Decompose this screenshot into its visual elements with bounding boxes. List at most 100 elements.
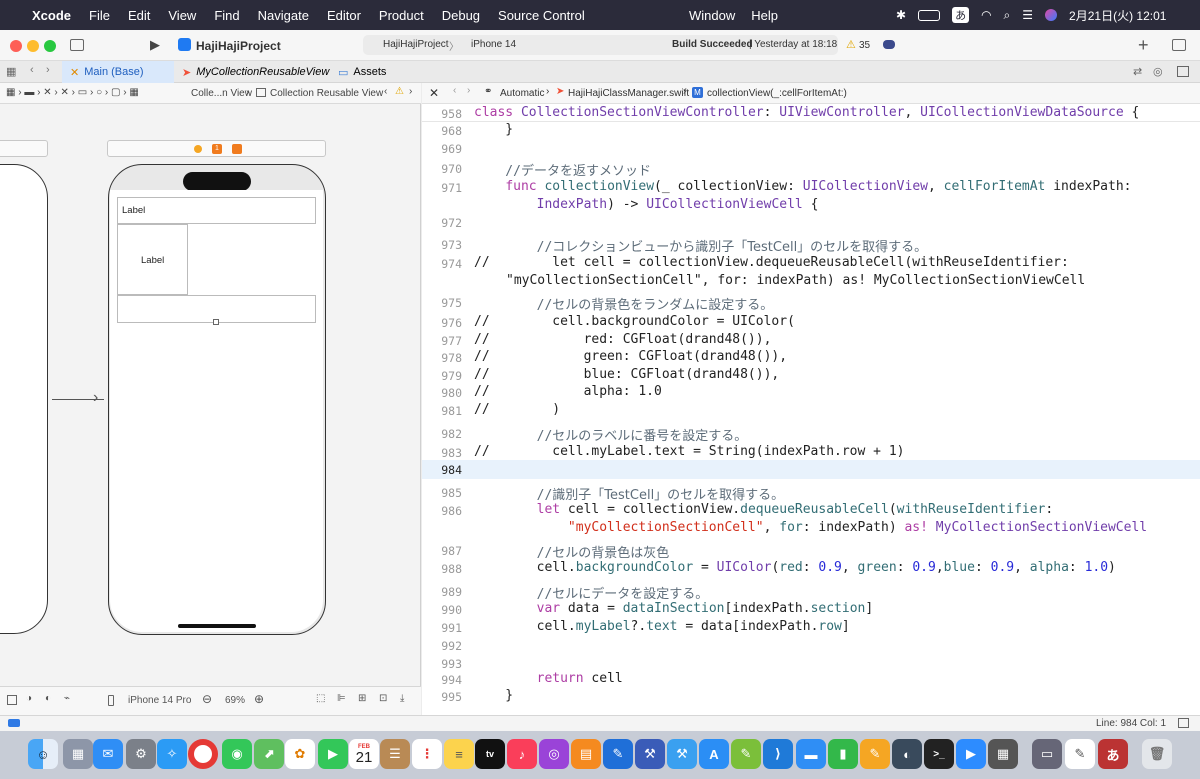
simulator-icon[interactable]: ⚒ (635, 739, 665, 769)
reminders-icon[interactable]: ⋮ (412, 739, 442, 769)
facetime-icon[interactable]: ▶ (318, 739, 348, 769)
scene-dock[interactable]: 1 (107, 140, 326, 157)
tab-assets[interactable]: ▭ Assets (330, 61, 410, 83)
jumpbar-segment[interactable]: Automatic (500, 88, 544, 99)
numbers-icon[interactable]: ▮ (828, 739, 858, 769)
add-library-icon[interactable]: + (1138, 35, 1149, 56)
messages-icon[interactable]: ◉ (222, 739, 252, 769)
back-icon[interactable]: ‹ (30, 64, 34, 76)
books-icon[interactable]: ▤ (571, 739, 601, 769)
scheme-selector[interactable]: HajiHajiProject (383, 39, 449, 50)
menu-view[interactable]: View (168, 8, 196, 23)
destination-selector[interactable]: iPhone 14 (471, 39, 516, 50)
back-icon[interactable]: ‹ (453, 85, 456, 96)
spotlight-search-icon[interactable]: ⌕ (1004, 8, 1011, 23)
music-icon[interactable]: ♪ (507, 739, 537, 769)
menu-edit[interactable]: Edit (128, 8, 150, 23)
chrome-icon[interactable] (188, 739, 218, 769)
iphone-icon[interactable] (108, 695, 114, 706)
zoom-level[interactable]: 69% (225, 695, 245, 706)
pages-icon[interactable]: ✎ (860, 739, 890, 769)
calculator-icon[interactable]: ▦ (988, 739, 1018, 769)
warning-count[interactable]: 35 (859, 40, 870, 51)
tab-mycollectionreusableview[interactable]: ➤ MyCollectionReusableView (174, 61, 329, 83)
menu-debug[interactable]: Debug (442, 8, 480, 23)
podcasts-icon[interactable]: ◎ (539, 739, 569, 769)
menu-file[interactable]: File (89, 8, 110, 23)
tab-main-base[interactable]: ✕ Main (Base) (62, 61, 174, 83)
jumpbar-segment[interactable]: HajiHajiClassManager.swift (568, 88, 689, 99)
system-settings-icon[interactable]: ⚙ (126, 739, 156, 769)
apple-tv-icon[interactable]: tv (475, 739, 505, 769)
align-icon[interactable]: ⊫ (337, 693, 346, 704)
orientation-icon[interactable]: ⌁ (64, 693, 70, 704)
menu-window[interactable]: Window (689, 8, 735, 23)
header-reusable-view[interactable]: Label (117, 197, 316, 224)
close-editor-icon[interactable]: ✕ (429, 86, 439, 100)
previous-scene-device[interactable] (0, 164, 48, 634)
forward-icon[interactable]: › (467, 85, 470, 96)
grid-icon[interactable]: ▦ › ▬ › ✕ › ✕ › ▭ › ○ › ▢ › ▦ (6, 87, 139, 98)
forward-icon[interactable]: › (46, 64, 50, 76)
wifi-icon[interactable]: ◠ (981, 8, 991, 22)
collection-view-cell[interactable]: Label (117, 224, 188, 295)
close-window-button[interactable] (10, 40, 22, 52)
menu-find[interactable]: Find (214, 8, 239, 23)
device-selector[interactable]: iPhone 14 Pro (128, 695, 191, 706)
app-store-icon[interactable]: A (699, 739, 729, 769)
first-responder-icon[interactable]: 1 (212, 144, 222, 154)
zoom-icon[interactable]: ▶ (956, 739, 986, 769)
previous-scene-bar[interactable] (0, 140, 48, 157)
link-icon[interactable]: ⚭ (484, 86, 492, 97)
jumpbar-segment[interactable]: collectionView(_:cellForItemAt:) (707, 88, 847, 99)
add-constraints-icon[interactable]: ⊞ (358, 693, 366, 704)
app-menu[interactable]: Xcode (32, 8, 71, 23)
zoom-window-button[interactable] (44, 40, 56, 52)
finder-icon[interactable]: ☺ (28, 739, 58, 769)
resolve-issues-icon[interactable]: ⊡ (379, 693, 387, 704)
menu-product[interactable]: Product (379, 8, 424, 23)
adjust-editor-icon[interactable]: ⇄ (1133, 65, 1142, 78)
contacts-icon[interactable]: ☰ (380, 739, 410, 769)
safari-icon[interactable]: ✧ (157, 739, 187, 769)
scene-view[interactable]: Label Label (110, 190, 323, 632)
header-label[interactable]: Label (122, 205, 145, 216)
photos-icon[interactable]: ✿ (285, 739, 315, 769)
view-controller-icon[interactable] (194, 145, 202, 153)
debug-area-toggle-icon[interactable] (8, 719, 20, 727)
code-line[interactable]: 958 class CollectionSectionViewController… (422, 105, 1200, 122)
document-outline-icon[interactable] (7, 695, 17, 705)
zoom-in-icon[interactable]: ⊕ (254, 692, 264, 706)
menu-help[interactable]: Help (751, 8, 778, 23)
zoom-out-icon[interactable]: ⊖ (202, 692, 212, 706)
cell-label[interactable]: Label (141, 255, 164, 266)
current-code-line[interactable]: 984 (422, 460, 1200, 479)
terminal-icon[interactable]: >_ (924, 739, 954, 769)
vscode-icon[interactable]: ⟩ (763, 739, 793, 769)
maps-icon[interactable]: ⬈ (254, 739, 284, 769)
run-button[interactable]: ▶ (150, 37, 160, 53)
script-editor-icon[interactable]: ✎ (731, 739, 761, 769)
battery-icon[interactable] (918, 9, 941, 21)
warning-icon[interactable]: ⚠ (846, 38, 856, 51)
warning-icon[interactable]: ⚠ (395, 86, 404, 97)
jumpbar-segment[interactable]: Collection Reusable View (270, 88, 383, 99)
minimize-window-button[interactable] (27, 40, 39, 52)
keynote-icon[interactable]: ▬ (796, 739, 826, 769)
storyboard-canvas[interactable]: ▦ › ▬ › ✕ › ✕ › ▭ › ○ › ▢ › ▦ Colle...n … (0, 83, 421, 715)
xcode-instruments-icon[interactable]: ✎ (603, 739, 633, 769)
launchpad-icon[interactable]: ▦ (63, 739, 93, 769)
embed-in-icon[interactable]: ⤓ (400, 693, 404, 704)
panel-toggle-icon[interactable] (1178, 718, 1189, 728)
notes-icon[interactable]: ≡ (444, 739, 474, 769)
related-items-icon[interactable]: ▦ (6, 65, 16, 78)
iphone-scene-device[interactable]: Label Label (108, 164, 326, 635)
update-frames-icon[interactable]: ⬚ (316, 693, 325, 704)
inspector-toggle-icon[interactable] (1172, 39, 1186, 51)
chevron-right-icon[interactable]: › (409, 86, 412, 97)
build-activity-icon[interactable] (883, 40, 895, 49)
bluetooth-icon[interactable]: ✱ (896, 8, 906, 22)
menu-editor[interactable]: Editor (327, 8, 361, 23)
trash-icon[interactable]: 🗑 (1142, 739, 1172, 769)
xcode-icon[interactable]: ⚒ (667, 739, 697, 769)
